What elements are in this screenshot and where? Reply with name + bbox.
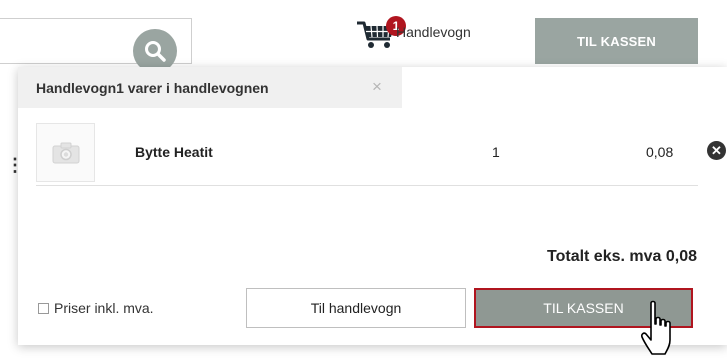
popup-title: Handlevogn1 varer i handlevognen (36, 79, 269, 96)
close-icon[interactable]: × (372, 77, 382, 97)
cart-popup: Handlevogn1 varer i handlevognen × Bytte… (18, 67, 727, 345)
cart-link[interactable]: 1 Handlevogn (356, 14, 471, 54)
product-quantity: 1 (492, 144, 500, 160)
popup-header: Handlevogn1 varer i handlevognen × (18, 67, 402, 108)
shopping-cart-icon: 1 (356, 16, 406, 50)
cart-item-row: Bytte Heatit 1 0,08 (36, 123, 698, 186)
product-price: 0,08 (646, 144, 674, 160)
camera-placeholder-icon (52, 142, 79, 163)
cart-total: Totalt eks. mva 0,08 (547, 248, 697, 265)
product-name[interactable]: Bytte Heatit (135, 144, 213, 160)
header-checkout-button[interactable]: TIL KASSEN (535, 18, 698, 64)
vat-checkbox[interactable] (38, 302, 49, 314)
vat-toggle[interactable]: Priser inkl. mva. (38, 300, 154, 316)
hand-pointer-icon (641, 300, 671, 355)
remove-item-icon[interactable]: ✕ (707, 141, 726, 160)
view-cart-button[interactable]: Til handlevogn (246, 288, 466, 328)
search-icon (145, 41, 166, 62)
cart-label: Handlevogn (396, 24, 471, 40)
vat-toggle-label: Priser inkl. mva. (54, 300, 154, 316)
product-thumbnail (36, 123, 95, 182)
